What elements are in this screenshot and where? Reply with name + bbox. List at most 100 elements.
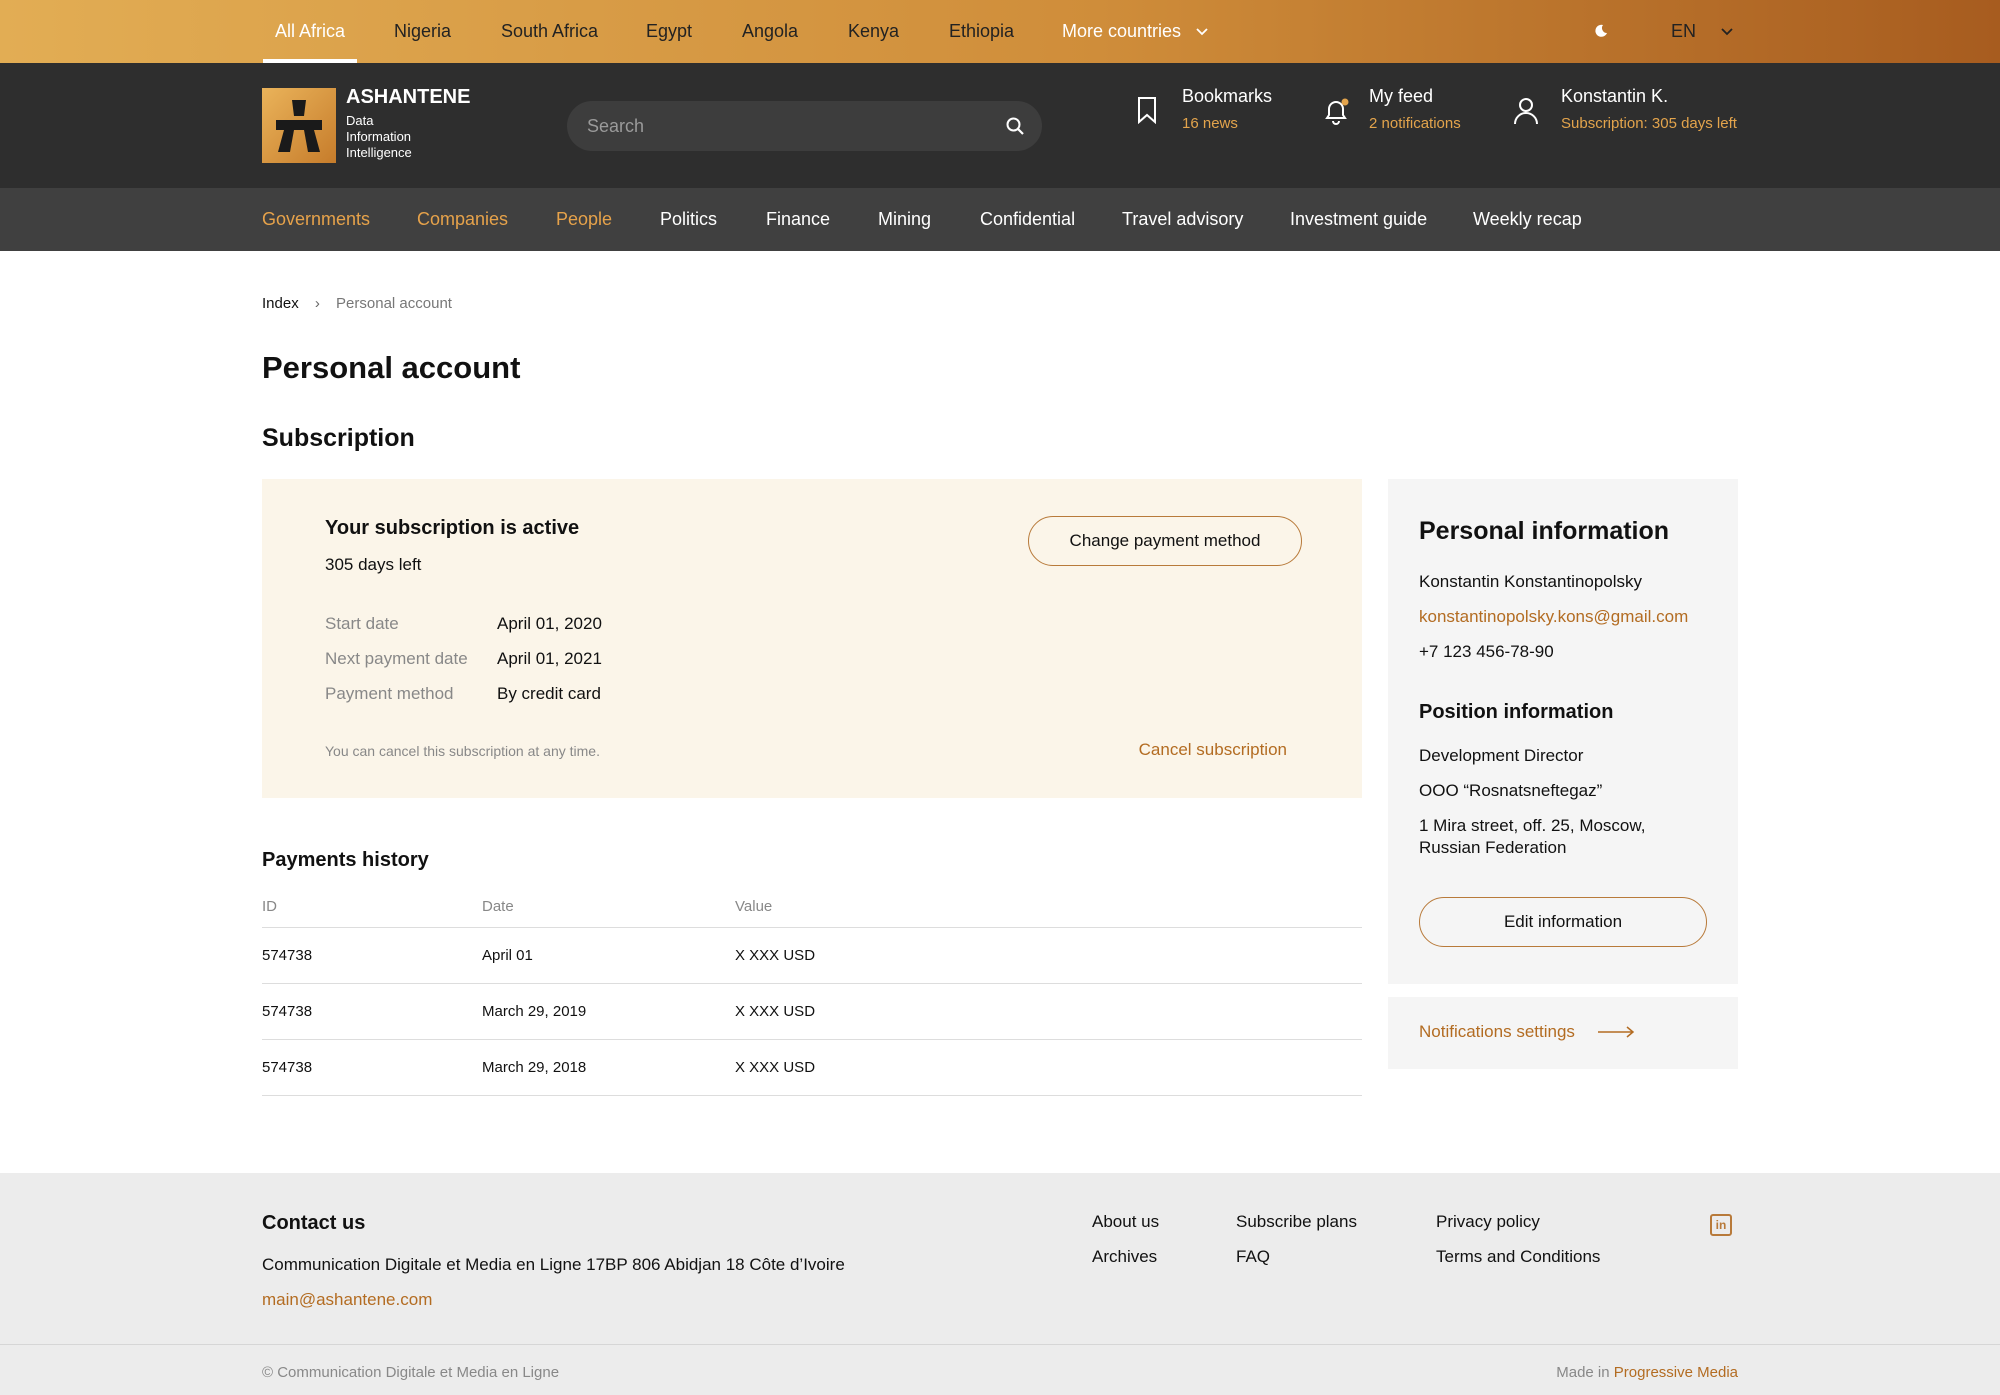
nav-item-investment-guide[interactable]: Investment guide [1290, 188, 1427, 251]
contact-heading: Contact us [262, 1212, 366, 1234]
country-tab-angola[interactable]: Angola [742, 0, 798, 63]
made-in-label: Made in [1556, 1364, 1610, 1381]
nav-item-confidential[interactable]: Confidential [980, 188, 1075, 251]
notifications-settings-label: Notifications settings [1419, 1022, 1575, 1041]
footer-link-subscribe-plans[interactable]: Subscribe plans [1236, 1212, 1357, 1232]
chevron-down-icon[interactable] [1196, 0, 1208, 63]
footer-link-archives[interactable]: Archives [1092, 1247, 1157, 1267]
payment-id: 574738 [262, 947, 313, 964]
search-bar [567, 101, 1042, 151]
address-line-2: Russian Federation [1419, 838, 1567, 857]
nav-item-politics[interactable]: Politics [660, 188, 717, 251]
personal-info-heading: Personal information [1419, 517, 1670, 545]
country-tab-egypt[interactable]: Egypt [646, 0, 692, 63]
footer-link-about[interactable]: About us [1092, 1212, 1159, 1232]
personal-info-card: Personal information Konstantin Konstant… [1388, 479, 1738, 984]
table-row: 574738 March 29, 2019 X XXX USD [262, 984, 1362, 1040]
payment-date: April 01 [482, 947, 533, 964]
cancel-note: You can cancel this subscription at any … [325, 743, 600, 759]
position-info-heading: Position information [1419, 701, 1614, 723]
language-select[interactable]: EN [1671, 0, 1696, 63]
more-countries-dropdown[interactable]: More countries [1062, 0, 1181, 63]
payment-value: X XXX USD [735, 947, 816, 964]
position-title: Development Director [1419, 746, 1584, 765]
site-header: ASHANTENE Data Information Intelligence … [0, 63, 2000, 188]
country-tab-ethiopia[interactable]: Ethiopia [949, 0, 1014, 63]
footer-link-terms[interactable]: Terms and Conditions [1436, 1247, 1600, 1267]
table-header: ID Date Value [262, 890, 1362, 928]
search-input[interactable] [587, 101, 987, 151]
full-name: Konstantin Konstantinopolsky [1419, 572, 1643, 591]
user-name: Konstantin K. [1561, 86, 1669, 106]
site-footer: Contact us Communication Digitale et Med… [0, 1173, 2000, 1395]
bookmarks-count: 16 news [1182, 115, 1238, 132]
dark-mode-moon-icon[interactable] [1593, 23, 1609, 44]
nav-item-people[interactable]: People [556, 188, 612, 251]
email-link[interactable]: konstantinopolsky.kons@gmail.com [1419, 607, 1688, 627]
chevron-right-icon: › [314, 295, 320, 312]
payment-method-label: Payment method [325, 684, 454, 703]
contact-address: Communication Digitale et Media en Ligne… [262, 1255, 845, 1274]
subscription-heading: Subscription [262, 424, 415, 452]
payment-value: X XXX USD [735, 1059, 816, 1076]
country-tab-south-africa[interactable]: South Africa [501, 0, 598, 63]
breadcrumb-index[interactable]: Index [262, 295, 299, 312]
made-by: Made in Progressive Media [1556, 1364, 1738, 1381]
days-left: 305 days left [325, 555, 422, 574]
payment-date: March 29, 2018 [482, 1059, 587, 1076]
nav-item-weekly-recap[interactable]: Weekly recap [1473, 188, 1582, 251]
country-tab-all-africa[interactable]: All Africa [262, 0, 358, 63]
my-feed-title: My feed [1369, 86, 1434, 106]
logo-tagline: Data Information Intelligence [346, 113, 412, 161]
payment-method-value: By credit card [497, 684, 601, 703]
start-date-label: Start date [325, 614, 399, 633]
next-payment-value: April 01, 2021 [497, 649, 602, 668]
progressive-media-link[interactable]: Progressive Media [1614, 1364, 1738, 1381]
breadcrumb: Index › Personal account [262, 295, 452, 312]
logo-tagline-line: Information [346, 129, 412, 144]
edit-information-button[interactable]: Edit information [1419, 897, 1707, 947]
nav-item-governments[interactable]: Governments [262, 188, 370, 251]
logo-mark[interactable] [262, 88, 336, 163]
payments-table: ID Date Value 574738 April 01 X XXX USD … [262, 890, 1362, 1096]
payment-date: March 29, 2019 [482, 1003, 587, 1020]
linkedin-icon[interactable]: in [1710, 1214, 1732, 1236]
column-header-value: Value [735, 898, 773, 915]
cancel-subscription-link[interactable]: Cancel subscription [1139, 740, 1287, 760]
category-nav: Governments Companies People Politics Fi… [0, 188, 2000, 251]
country-bar: All Africa Nigeria South Africa Egypt An… [0, 0, 2000, 63]
nav-item-companies[interactable]: Companies [417, 188, 508, 251]
contact-email-link[interactable]: main@ashantene.com [262, 1290, 432, 1310]
user-icon [1512, 96, 1540, 131]
bookmark-icon [1136, 96, 1158, 129]
language-chevron-icon[interactable] [1721, 0, 1733, 63]
nav-item-finance[interactable]: Finance [766, 188, 830, 251]
country-tab-kenya[interactable]: Kenya [848, 0, 899, 63]
country-tab-nigeria[interactable]: Nigeria [394, 0, 451, 63]
bell-icon [1321, 96, 1351, 131]
page-title: Personal account [262, 350, 521, 385]
payment-id: 574738 [262, 1059, 313, 1076]
nav-item-travel-advisory[interactable]: Travel advisory [1122, 188, 1243, 251]
logo-tagline-line: Data [346, 113, 374, 128]
table-row: 574738 April 01 X XXX USD [262, 928, 1362, 984]
start-date-value: April 01, 2020 [497, 614, 602, 633]
phone-number: +7 123 456-78-90 [1419, 642, 1554, 661]
footer-link-faq[interactable]: FAQ [1236, 1247, 1270, 1267]
payments-history-heading: Payments history [262, 849, 429, 871]
column-header-id: ID [262, 898, 277, 915]
breadcrumb-current: Personal account [336, 295, 452, 312]
search-icon[interactable] [1004, 115, 1026, 137]
footer-link-privacy[interactable]: Privacy policy [1436, 1212, 1540, 1232]
notifications-count: 2 notifications [1369, 115, 1461, 132]
logo-title[interactable]: ASHANTENE [346, 86, 470, 109]
table-row: 574738 March 29, 2018 X XXX USD [262, 1040, 1362, 1096]
arrow-right-icon [1598, 1025, 1636, 1044]
payment-value: X XXX USD [735, 1003, 816, 1020]
copyright: © Communication Digitale et Media en Lig… [262, 1364, 560, 1381]
payment-id: 574738 [262, 1003, 313, 1020]
subscription-status-title: Your subscription is active [325, 517, 580, 539]
nav-item-mining[interactable]: Mining [878, 188, 931, 251]
notifications-settings-link[interactable]: Notifications settings [1388, 997, 1738, 1069]
change-payment-method-button[interactable]: Change payment method [1028, 516, 1302, 566]
